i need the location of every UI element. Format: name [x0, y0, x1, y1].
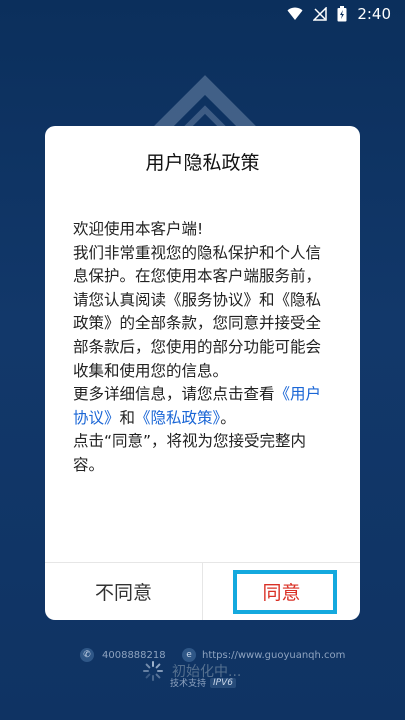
dialog-body: 欢迎使用本客户端! 我们非常重视您的隐私保护和个人信息保护。在您使用本客户端服务…	[73, 218, 335, 478]
more-info-prefix: 更多详细信息，请您点击查看	[73, 385, 275, 404]
consent-paragraph: 点击“同意”，将视为您接受完整内容。	[73, 432, 307, 474]
policy-paragraph: 我们非常重视您的隐私保护和个人信息保护。在您使用本客户端服务前，请您认真阅读《服…	[73, 243, 322, 380]
privacy-policy-dialog: 用户隐私政策 欢迎使用本客户端! 我们非常重视您的隐私保护和个人信息保护。在您使…	[45, 126, 360, 620]
more-info-paragraph: 更多详细信息，请您点击查看《用户协议》和《隐私政策》。	[73, 383, 335, 430]
ipv6-badge: IPV6	[210, 677, 236, 688]
no-signal-icon	[313, 7, 328, 21]
agree-highlight-box	[233, 570, 337, 614]
website-url: https://www.guoyuanqh.com	[202, 649, 346, 661]
phone-icon: ✆	[80, 648, 94, 662]
footer: ✆ 4008888218 e https://www.guoyuanqh.com…	[0, 640, 405, 720]
support-text: 技术支持	[170, 679, 207, 689]
status-bar: 2:40	[0, 0, 405, 28]
tech-support: 技术支持 IPV6	[170, 676, 236, 689]
privacy-policy-link[interactable]: 《隐私政策》	[135, 409, 220, 427]
more-info-suffix: 。	[220, 408, 236, 427]
dialog-title: 用户隐私政策	[145, 152, 260, 174]
welcome-text: 欢迎使用本客户端!	[73, 220, 204, 238]
phone-number: 4008888218	[102, 649, 166, 661]
battery-charging-icon	[337, 6, 347, 22]
and-text: 和	[119, 408, 136, 427]
spinner-icon	[143, 661, 163, 681]
disagree-button[interactable]: 不同意	[45, 563, 202, 620]
wifi-icon	[287, 7, 303, 21]
status-time: 2:40	[357, 5, 391, 23]
